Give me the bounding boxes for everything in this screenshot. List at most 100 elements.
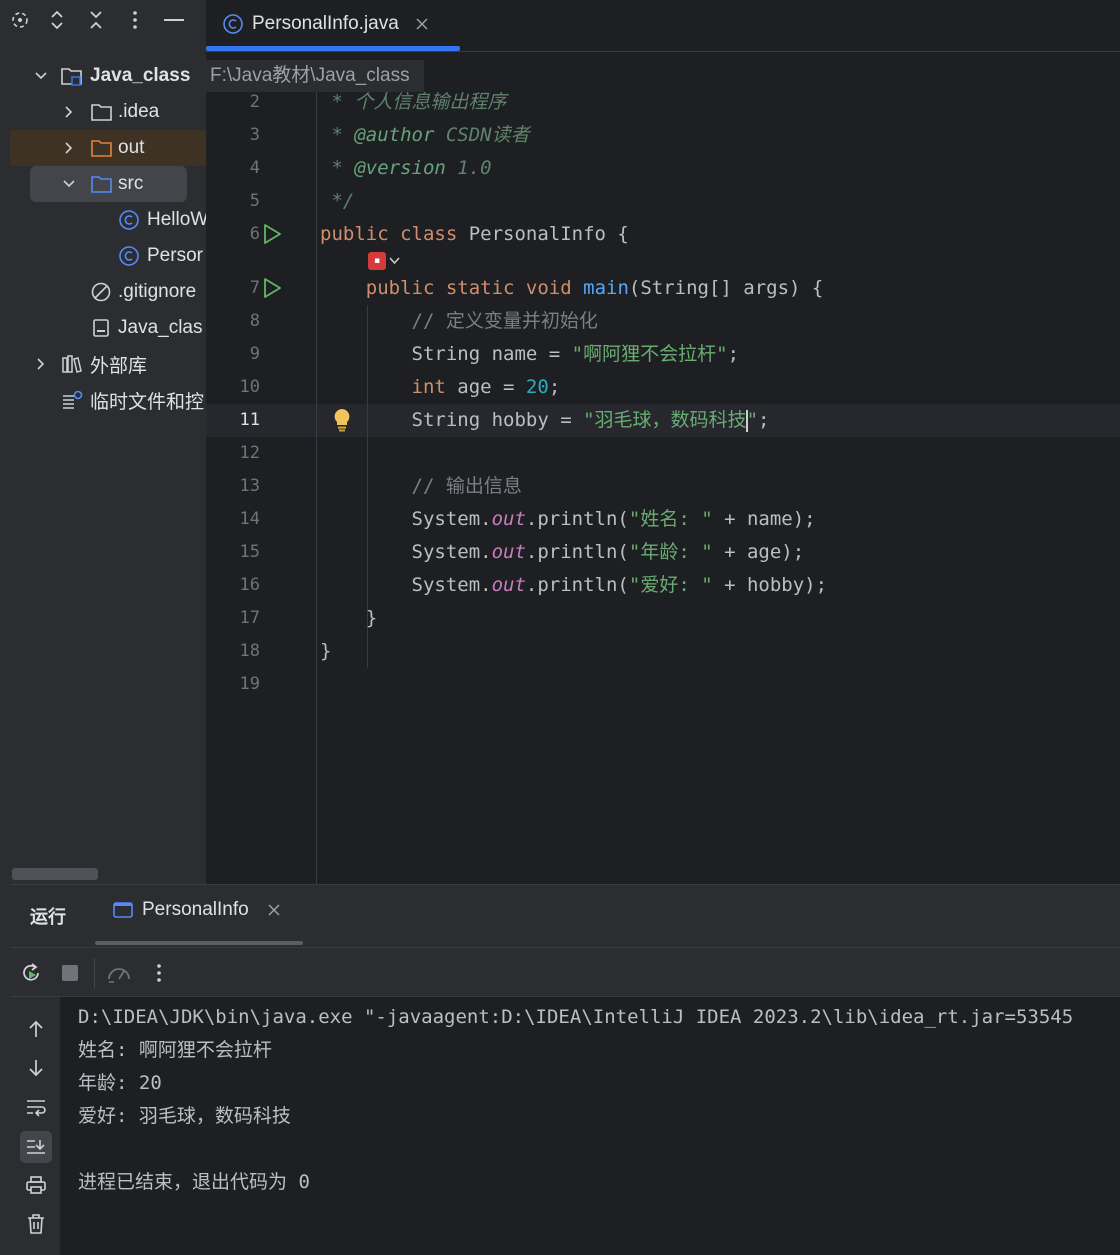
tree-item-gitignore[interactable]: .gitignore xyxy=(10,274,206,310)
console-line: 年龄: 20 xyxy=(78,1072,162,1094)
gutter-divider xyxy=(316,86,317,884)
tree-item-hellow[interactable]: HelloW xyxy=(10,202,206,238)
code-line-18: } xyxy=(320,640,332,662)
tree-item-label: 外部库 xyxy=(90,355,148,377)
tree-item-iml[interactable]: Java_clas xyxy=(10,310,206,346)
close-icon[interactable] xyxy=(267,903,281,917)
tree-item-label: HelloW xyxy=(147,209,206,230)
chevron-down-icon[interactable] xyxy=(34,69,48,83)
run-panel: 运行 PersonalInfo D:\IDEA\JDK\bin\java.exe… xyxy=(10,884,1120,1255)
collapse-icon[interactable] xyxy=(82,6,110,34)
line-number: 6 xyxy=(249,224,260,244)
active-run-tab-indicator xyxy=(95,941,303,945)
code-line-6: public class PersonalInfo { xyxy=(320,223,629,245)
tree-item-label: Persor xyxy=(147,245,203,266)
line-number: 15 xyxy=(239,542,260,562)
more-vertical-icon[interactable] xyxy=(146,960,172,986)
code-line-8: // 定义变量并初始化 xyxy=(411,310,598,332)
line-number: 19 xyxy=(239,674,260,694)
line-number: 9 xyxy=(249,344,260,364)
soft-wrap-icon[interactable] xyxy=(22,1093,50,1121)
folder-icon xyxy=(91,104,112,121)
line-number: 10 xyxy=(239,377,260,397)
run-panel-title: 运行 xyxy=(30,907,66,928)
code-line-13: // 输出信息 xyxy=(411,475,522,497)
chevron-down-icon[interactable] xyxy=(62,177,76,191)
active-tab-indicator xyxy=(206,46,460,51)
console-side-toolbar xyxy=(10,997,60,1255)
chevron-right-icon[interactable] xyxy=(34,357,48,371)
file-icon xyxy=(93,319,109,337)
trash-icon[interactable] xyxy=(22,1210,50,1238)
line-number-current: 11 xyxy=(239,410,260,430)
line-number: 8 xyxy=(249,311,260,331)
console-line: 爱好: 羽毛球，数码科技 xyxy=(78,1105,291,1127)
plugin-badge-icon[interactable]: ▪ xyxy=(368,252,402,270)
line-number-gutter: 2 3 4 5 6 7 8 9 10 11 12 13 14 15 16 17 … xyxy=(206,86,316,884)
print-icon[interactable] xyxy=(22,1171,50,1199)
target-icon[interactable] xyxy=(10,6,34,34)
code-line-5: */ xyxy=(320,190,355,212)
console-icon xyxy=(113,902,133,918)
line-number: 7 xyxy=(249,278,260,298)
code-editor[interactable]: * 个人信息输出程序 * @author CSDN读者 * @version 1… xyxy=(320,86,1120,884)
close-icon[interactable] xyxy=(415,17,429,31)
chevron-right-icon[interactable] xyxy=(62,105,76,119)
stop-icon[interactable] xyxy=(57,960,83,986)
chevron-right-icon[interactable] xyxy=(62,141,76,155)
expand-collapse-icon[interactable] xyxy=(43,6,71,34)
console-line: D:\IDEA\JDK\bin\java.exe "-javaagent:D:\… xyxy=(78,1006,1074,1028)
code-line-10: int age = 20; xyxy=(411,376,561,398)
run-tab-personalinfo[interactable]: PersonalInfo xyxy=(112,899,281,921)
tree-item-label: .idea xyxy=(118,101,160,122)
scroll-end-icon[interactable] xyxy=(20,1131,52,1163)
library-icon xyxy=(62,355,82,373)
line-number: 3 xyxy=(249,125,260,145)
line-number: 5 xyxy=(249,191,260,211)
run-tab-label: PersonalInfo xyxy=(142,899,249,920)
code-line-14: System.out.println("姓名: " + name); xyxy=(411,508,816,530)
code-line-11: String hobby = "羽毛球，数码科技"; xyxy=(411,409,770,432)
class-icon xyxy=(223,14,243,34)
tree-item-out[interactable]: out xyxy=(10,130,206,166)
tree-item-personalinfo[interactable]: Persor xyxy=(10,238,206,274)
console-line: 进程已结束，退出代码为 0 xyxy=(78,1171,310,1193)
tree-item-scratches[interactable]: 临时文件和控 xyxy=(10,382,206,418)
toolbar-separator xyxy=(94,958,95,988)
project-panel: Java_class .idea out src HelloW Persor .… xyxy=(10,0,206,884)
code-line-15: System.out.println("年龄: " + age); xyxy=(411,541,805,563)
module-icon xyxy=(61,68,82,86)
line-number: 13 xyxy=(239,476,260,496)
console-output[interactable]: D:\IDEA\JDK\bin\java.exe "-javaagent:D:\… xyxy=(60,997,1120,1255)
tree-item-label: 临时文件和控 xyxy=(90,391,205,413)
tree-item-label: Java_class xyxy=(90,65,191,86)
tree-item-root[interactable]: Java_class xyxy=(10,58,206,94)
tree-item-idea[interactable]: .idea xyxy=(10,94,206,130)
line-number: 16 xyxy=(239,575,260,595)
line-number: 14 xyxy=(239,509,260,529)
tree-item-label: out xyxy=(118,137,145,158)
code-line-4: * @version 1.0 xyxy=(320,157,492,179)
arrow-up-icon[interactable] xyxy=(22,1015,50,1043)
run-toolbar xyxy=(10,947,1120,997)
more-vertical-icon[interactable] xyxy=(121,6,149,34)
class-icon xyxy=(119,210,139,230)
minimize-icon[interactable] xyxy=(160,6,188,34)
run-gutter-icon[interactable] xyxy=(262,223,282,245)
rerun-icon[interactable] xyxy=(18,960,44,986)
root-path-label: F:\Java教材\Java_class xyxy=(206,60,424,92)
tree-item-external-libraries[interactable]: 外部库 xyxy=(10,346,206,382)
project-toolbar xyxy=(10,0,206,44)
tab-personalinfo-java[interactable]: PersonalInfo.java xyxy=(222,0,429,48)
code-line-16: System.out.println("爱好: " + hobby); xyxy=(411,574,828,596)
horizontal-scrollbar[interactable] xyxy=(12,868,98,880)
line-number: 4 xyxy=(249,158,260,178)
arrow-down-icon[interactable] xyxy=(22,1054,50,1082)
console-line: 姓名: 啊阿狸不会拉杆 xyxy=(78,1039,272,1061)
class-icon xyxy=(119,246,139,266)
code-line-17: } xyxy=(365,607,378,629)
run-gutter-icon[interactable] xyxy=(262,277,282,299)
code-line-9: String name = "啊阿狸不会拉杆"; xyxy=(411,343,740,365)
tree-item-src[interactable]: src xyxy=(10,166,206,202)
profiler-icon[interactable] xyxy=(106,960,132,986)
